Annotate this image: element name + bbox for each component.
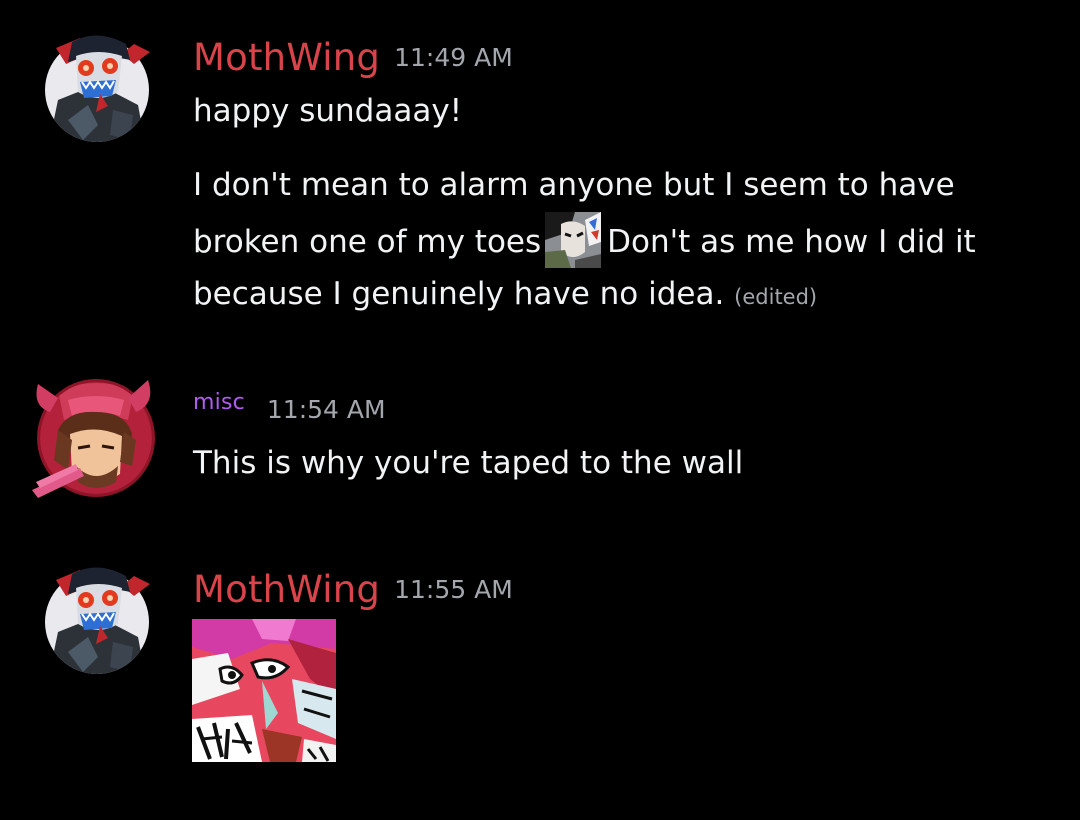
mothwing-avatar[interactable] — [38, 562, 156, 680]
chat-log: MothWing 11:49 AM happy sundaaay! I don't… — [0, 0, 1080, 820]
timestamp[interactable]: 11:49 AM — [394, 43, 513, 72]
message-text-with-edit: because I genuinely have no idea. (edite… — [193, 267, 817, 325]
message-header: misc 11:54 AM — [193, 390, 386, 424]
demon-avatar-icon — [32, 379, 155, 498]
author-name[interactable]: misc — [193, 390, 245, 415]
timestamp[interactable]: 11:55 AM — [394, 575, 513, 604]
message-text: This is why you're taped to the wall — [193, 445, 744, 481]
moth-avatar-icon — [45, 35, 150, 142]
message-header: MothWing 11:49 AM — [193, 36, 513, 79]
message-text-segment: broken one of my toes — [193, 224, 542, 260]
message-text-with-emoji: broken one of my toes Don't as me how I … — [193, 212, 976, 270]
author-name[interactable]: MothWing — [193, 568, 380, 611]
sticker-image[interactable] — [192, 619, 336, 762]
message-text: happy sundaaay! — [193, 93, 463, 129]
misc-avatar[interactable] — [28, 370, 158, 505]
message-text-segment: Don't as me how I did it — [607, 224, 976, 260]
message-text: I don't mean to alarm anyone but I seem … — [193, 167, 955, 203]
edited-indicator[interactable]: (edited) — [734, 285, 817, 309]
message-text-segment: because I genuinely have no idea. — [193, 276, 725, 312]
timestamp[interactable]: 11:54 AM — [267, 395, 386, 424]
mothwing-avatar[interactable] — [38, 30, 156, 148]
author-name[interactable]: MothWing — [193, 36, 380, 79]
custom-emoji-icon[interactable] — [545, 212, 602, 268]
moth-avatar-icon — [45, 567, 150, 674]
message-header: MothWing 11:55 AM — [193, 568, 513, 611]
